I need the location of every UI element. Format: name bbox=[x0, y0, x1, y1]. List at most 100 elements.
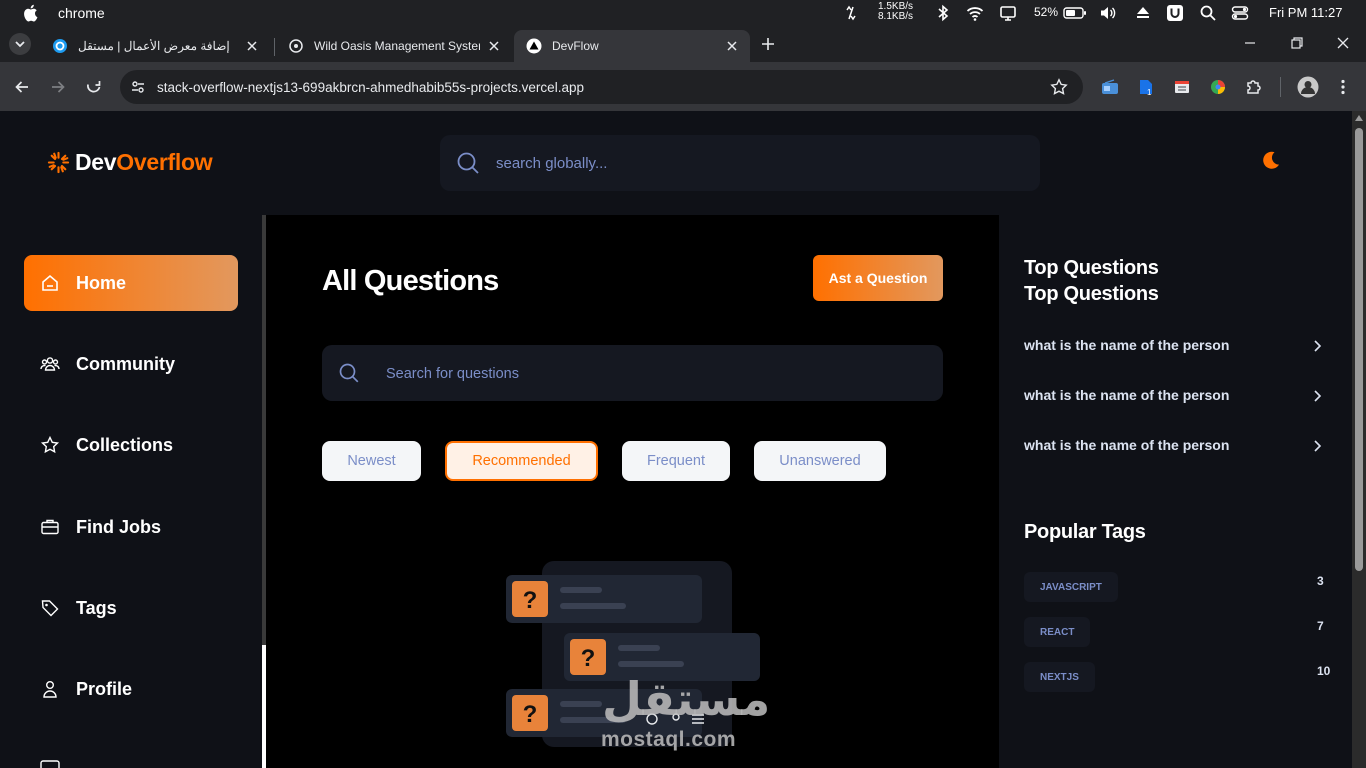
apple-icon[interactable] bbox=[22, 4, 38, 22]
extension-radio-icon[interactable] bbox=[1101, 78, 1119, 96]
sidebar-item-community[interactable]: Community bbox=[24, 336, 238, 392]
page-title: All Questions bbox=[322, 265, 499, 297]
chrome-menu-icon[interactable] bbox=[1334, 78, 1352, 96]
brand-second: Overflow bbox=[116, 149, 213, 175]
u-app-icon[interactable] bbox=[1166, 4, 1184, 22]
tab-separator bbox=[274, 38, 275, 56]
network-speed: 1.5KB/s 8.1KB/s bbox=[878, 2, 913, 22]
local-search-placeholder: Search for questions bbox=[386, 366, 519, 382]
users-icon bbox=[40, 357, 60, 371]
extension-badge-icon[interactable]: 1 bbox=[1137, 78, 1155, 96]
sidebar-item-home[interactable]: Home bbox=[24, 255, 238, 311]
theme-moon-icon[interactable] bbox=[1260, 149, 1282, 171]
nextjs-favicon-icon bbox=[526, 38, 542, 54]
sidebar-item-cut-off-icon bbox=[40, 760, 60, 768]
display-icon[interactable] bbox=[999, 4, 1017, 22]
sidebar-item-find-jobs[interactable]: Find Jobs bbox=[24, 499, 238, 555]
mostaql-favicon-icon bbox=[53, 39, 67, 53]
page-scroll-thumb[interactable] bbox=[1355, 128, 1363, 571]
tab-mostaql[interactable]: إضافة معرض الأعمال | مستقل bbox=[40, 30, 270, 62]
eject-icon[interactable] bbox=[1134, 4, 1152, 22]
sync-icon[interactable] bbox=[842, 4, 860, 22]
search-icon bbox=[339, 363, 359, 383]
tab-label: DevFlow bbox=[552, 39, 599, 53]
extension-color-icon[interactable] bbox=[1209, 78, 1227, 96]
tag-nextjs[interactable]: NEXTJS bbox=[1024, 662, 1095, 692]
page-scrollbar[interactable] bbox=[1352, 111, 1366, 768]
clock[interactable]: Fri PM 11:27 bbox=[1269, 5, 1342, 20]
battery-icon[interactable] bbox=[1063, 4, 1087, 22]
forward-arrow-icon[interactable] bbox=[49, 78, 67, 96]
filter-frequent[interactable]: Frequent bbox=[622, 441, 730, 481]
filter-recommended[interactable]: Recommended bbox=[445, 441, 598, 481]
sidebar-item-label: Collections bbox=[76, 434, 174, 455]
control-center-icon[interactable] bbox=[1231, 4, 1249, 22]
volume-icon[interactable] bbox=[1099, 4, 1117, 22]
address-bar[interactable]: stack-overflow-nextjs13-699akbrcn-ahmedh… bbox=[120, 70, 1083, 104]
app-navbar: DevOverflow search globally... bbox=[0, 111, 1352, 215]
tab-label: إضافة معرض الأعمال | مستقل bbox=[78, 39, 230, 53]
tag-count: 7 bbox=[1317, 619, 1324, 633]
os-menu-bar: chrome 1.5KB/s 8.1KB/s 52% Fri PM 11:27 bbox=[0, 0, 1366, 26]
sidebar-item-label: Profile bbox=[76, 678, 133, 699]
site-logo[interactable]: DevOverflow bbox=[47, 149, 213, 176]
new-tab-button[interactable] bbox=[759, 35, 777, 53]
popular-tags-title: Popular Tags bbox=[1024, 521, 1146, 543]
home-icon bbox=[42, 274, 58, 291]
tab-label: Wild Oasis Management System bbox=[314, 39, 480, 53]
watermark-latin: mostaql.com bbox=[601, 728, 737, 751]
url-text[interactable]: stack-overflow-nextjs13-699akbrcn-ahmedh… bbox=[157, 80, 584, 95]
user-icon bbox=[43, 681, 57, 698]
tag-count: 3 bbox=[1317, 574, 1324, 588]
browser-tab-strip: إضافة معرض الأعمال | مستقل Wild Oasis Ma… bbox=[0, 26, 1366, 62]
close-tab-icon[interactable] bbox=[486, 38, 502, 54]
top-question-link[interactable]: what is the name of the person bbox=[1024, 337, 1324, 357]
wifi-icon[interactable] bbox=[966, 4, 984, 22]
extension-grid-icon[interactable] bbox=[1173, 78, 1191, 96]
brand-name: DevOverflow bbox=[75, 149, 213, 176]
filter-newest[interactable]: Newest bbox=[322, 441, 421, 481]
sidebar-item-tags[interactable]: Tags bbox=[24, 580, 238, 636]
top-question-link[interactable]: what is the name of the person bbox=[1024, 387, 1324, 407]
filter-unanswered[interactable]: Unanswered bbox=[754, 441, 886, 481]
tab-devflow[interactable]: DevFlow bbox=[514, 30, 750, 62]
global-search-input[interactable]: search globally... bbox=[440, 135, 1040, 191]
local-search-input[interactable]: Search for questions bbox=[322, 345, 943, 401]
bluetooth-icon[interactable] bbox=[934, 4, 952, 22]
svg-text:?: ? bbox=[523, 701, 538, 728]
svg-text:1: 1 bbox=[1147, 88, 1152, 96]
top-question-link[interactable]: what is the name of the person bbox=[1024, 437, 1324, 457]
close-tab-icon[interactable] bbox=[244, 38, 260, 54]
sidebar-item-profile[interactable]: Profile bbox=[24, 661, 238, 717]
active-app-name[interactable]: chrome bbox=[58, 5, 105, 21]
tag-javascript[interactable]: JAVASCRIPT bbox=[1024, 572, 1118, 602]
right-sidebar: Top Questions Top Questions what is the … bbox=[999, 215, 1352, 768]
tab-search-button[interactable] bbox=[8, 32, 32, 56]
extensions-puzzle-icon[interactable] bbox=[1245, 78, 1263, 96]
close-window-button[interactable] bbox=[1335, 35, 1351, 51]
tag-count: 10 bbox=[1317, 664, 1331, 678]
scroll-up-arrow-icon[interactable] bbox=[1355, 115, 1363, 121]
profile-avatar-icon[interactable] bbox=[1297, 76, 1319, 98]
close-tab-icon[interactable] bbox=[724, 38, 740, 54]
spotlight-search-icon[interactable] bbox=[1199, 4, 1217, 22]
chevron-right-icon bbox=[1314, 440, 1322, 452]
svg-text:?: ? bbox=[581, 645, 596, 672]
back-arrow-icon[interactable] bbox=[13, 78, 31, 96]
sidebar-item-collections[interactable]: Collections bbox=[24, 417, 238, 473]
sidebar-item-label: Home bbox=[76, 272, 127, 293]
logo-burst-icon bbox=[47, 151, 70, 174]
ask-question-button[interactable]: Ast a Question bbox=[813, 255, 943, 301]
restore-window-button[interactable] bbox=[1289, 35, 1305, 51]
tab-wild-oasis[interactable]: Wild Oasis Management System bbox=[276, 30, 512, 62]
sidebar-item-label: Tags bbox=[76, 597, 117, 618]
site-info-icon[interactable] bbox=[130, 79, 146, 95]
chevron-right-icon bbox=[1314, 390, 1322, 402]
reload-icon[interactable] bbox=[85, 78, 103, 96]
brand-first: Dev bbox=[75, 149, 117, 175]
tag-react[interactable]: REACT bbox=[1024, 617, 1091, 647]
top-question-text: what is the name of the person bbox=[1024, 337, 1230, 353]
minimize-window-button[interactable] bbox=[1242, 35, 1258, 51]
net-down-text: 8.1KB/s bbox=[878, 11, 914, 22]
bookmark-star-icon[interactable] bbox=[1050, 78, 1068, 96]
